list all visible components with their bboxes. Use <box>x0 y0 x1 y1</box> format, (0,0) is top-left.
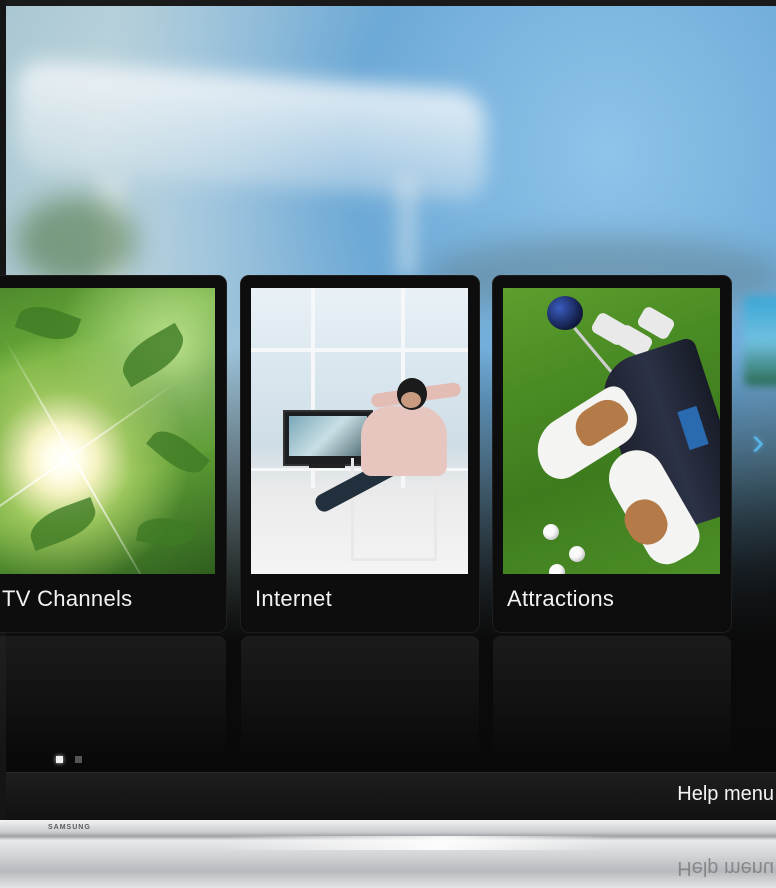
bottom-bar: Help menu <box>6 772 776 821</box>
internet-image <box>251 288 468 574</box>
bezel-sheen <box>215 836 776 850</box>
help-menu-reflection: Help menu <box>677 857 774 879</box>
background-blur <box>396 176 418 276</box>
tv-bezel-bottom <box>0 820 776 888</box>
tv-channels-image <box>0 288 215 574</box>
background-blur <box>16 196 136 286</box>
chevron-right-icon[interactable]: › <box>744 422 772 462</box>
card-label: Attractions <box>507 586 615 611</box>
samsung-logo: SAMSUNG <box>48 824 91 831</box>
card-reflection <box>0 636 226 756</box>
tv-frame: TV Channels Internet Attractions › Help … <box>0 0 776 888</box>
card-attractions[interactable]: Attractions <box>493 276 731 632</box>
page-dot[interactable] <box>75 756 82 763</box>
card-reflection <box>241 636 479 756</box>
card-label: TV Channels <box>2 586 133 611</box>
card-tv-channels[interactable]: TV Channels <box>0 276 226 632</box>
attractions-image <box>503 288 720 574</box>
card-reflection <box>493 636 731 756</box>
card-label: Internet <box>255 586 333 611</box>
page-dot-active[interactable] <box>56 756 63 763</box>
card-internet[interactable]: Internet <box>241 276 479 632</box>
next-card-peek <box>744 296 776 386</box>
help-menu-button[interactable]: Help menu <box>677 783 774 806</box>
page-indicator <box>56 756 82 763</box>
